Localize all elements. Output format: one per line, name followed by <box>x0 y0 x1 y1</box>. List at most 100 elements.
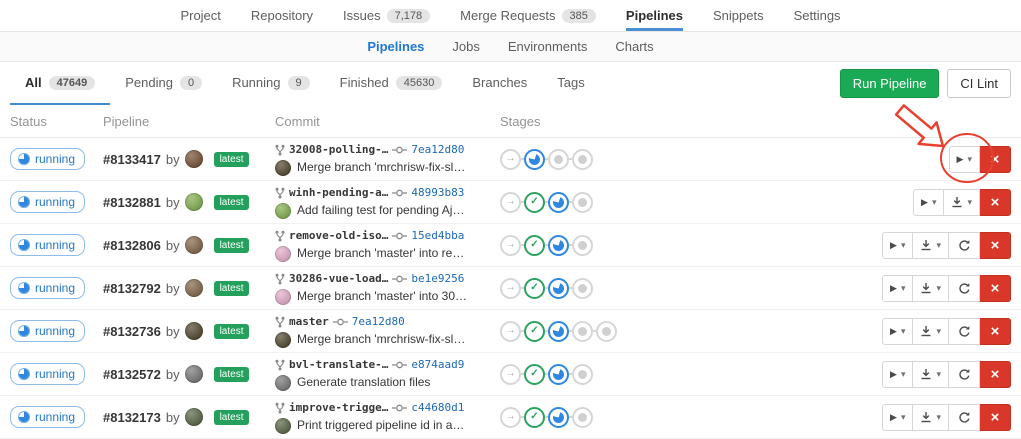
sub-nav-item-jobs[interactable]: Jobs <box>452 39 479 54</box>
retry-button[interactable] <box>949 232 980 259</box>
stage-icon-created[interactable] <box>572 149 593 170</box>
sub-nav-item-pipelines[interactable]: Pipelines <box>367 39 424 54</box>
user-avatar[interactable] <box>185 322 203 340</box>
tab-all[interactable]: All47649 <box>10 62 110 105</box>
commit-author-avatar[interactable] <box>275 375 291 391</box>
commit-sha-link[interactable]: 48993b83 <box>411 185 464 200</box>
tab-pending[interactable]: Pending0 <box>110 62 217 105</box>
cancel-button[interactable]: × <box>980 404 1011 431</box>
sub-nav-item-environments[interactable]: Environments <box>508 39 587 54</box>
branch-link[interactable]: 32008-polling-… <box>289 142 388 157</box>
status-badge-running[interactable]: running <box>10 191 85 213</box>
commit-author-avatar[interactable] <box>275 418 291 434</box>
stage-icon-created[interactable] <box>572 235 593 256</box>
stage-icon-running[interactable] <box>548 192 569 213</box>
status-badge-running[interactable]: running <box>10 277 85 299</box>
status-badge-running[interactable]: running <box>10 320 85 342</box>
stage-icon-skipped[interactable]: → <box>500 192 521 213</box>
user-avatar[interactable] <box>185 236 203 254</box>
commit-message-link[interactable]: Add failing test for pending Aj… <box>297 202 464 219</box>
retry-button[interactable] <box>949 361 980 388</box>
commit-sha-link[interactable]: e874aad9 <box>411 357 464 372</box>
cancel-button[interactable]: × <box>980 275 1011 302</box>
play-dropdown-button[interactable]: ▶▾ <box>949 146 980 173</box>
top-nav-item-settings[interactable]: Settings <box>794 0 841 31</box>
status-badge-running[interactable]: running <box>10 234 85 256</box>
stage-icon-running[interactable] <box>548 321 569 342</box>
cancel-button[interactable]: × <box>980 318 1011 345</box>
retry-button[interactable] <box>949 404 980 431</box>
stage-icon-running[interactable] <box>548 407 569 428</box>
artifacts-dropdown-button[interactable]: ▾ <box>913 232 949 259</box>
commit-sha-link[interactable]: 15ed4bba <box>411 228 464 243</box>
pipeline-id-link[interactable]: #8133417 <box>103 152 161 167</box>
commit-message-link[interactable]: Generate translation files <box>297 374 430 391</box>
stage-icon-created[interactable] <box>572 364 593 385</box>
commit-sha-link[interactable]: be1e9256 <box>411 271 464 286</box>
commit-author-avatar[interactable] <box>275 332 291 348</box>
stage-icon-created[interactable] <box>572 321 593 342</box>
artifacts-dropdown-button[interactable]: ▾ <box>913 318 949 345</box>
pipeline-id-link[interactable]: #8132881 <box>103 195 161 210</box>
top-nav-item-repository[interactable]: Repository <box>251 0 313 31</box>
play-dropdown-button[interactable]: ▶▾ <box>882 361 913 388</box>
stage-icon-created[interactable] <box>572 192 593 213</box>
top-nav-item-pipelines[interactable]: Pipelines <box>626 0 683 31</box>
commit-author-avatar[interactable] <box>275 160 291 176</box>
commit-author-avatar[interactable] <box>275 203 291 219</box>
stage-icon-skipped[interactable]: → <box>500 321 521 342</box>
commit-author-avatar[interactable] <box>275 289 291 305</box>
pipeline-id-link[interactable]: #8132736 <box>103 324 161 339</box>
branch-link[interactable]: winh-pending-a… <box>289 185 388 200</box>
user-avatar[interactable] <box>185 408 203 426</box>
user-avatar[interactable] <box>185 193 203 211</box>
top-nav-item-project[interactable]: Project <box>180 0 220 31</box>
ci-lint-button[interactable]: CI Lint <box>947 69 1011 98</box>
tab-running[interactable]: Running9 <box>217 62 325 105</box>
stage-icon-running[interactable] <box>548 278 569 299</box>
tab-branches[interactable]: Branches <box>457 62 542 105</box>
branch-link[interactable]: remove-old-iso… <box>289 228 388 243</box>
stage-icon-created[interactable] <box>596 321 617 342</box>
stage-icon-skipped[interactable]: → <box>500 407 521 428</box>
artifacts-dropdown-button[interactable]: ▾ <box>913 275 949 302</box>
play-dropdown-button[interactable]: ▶▾ <box>882 318 913 345</box>
branch-link[interactable]: bvl-translate-… <box>289 357 388 372</box>
pipeline-id-link[interactable]: #8132806 <box>103 238 161 253</box>
stage-icon-running[interactable] <box>548 364 569 385</box>
top-nav-item-merge-requests[interactable]: Merge Requests385 <box>460 0 596 31</box>
stage-icon-success[interactable]: ✓ <box>524 321 545 342</box>
stage-icon-running[interactable] <box>524 149 545 170</box>
cancel-button[interactable]: × <box>980 361 1011 388</box>
retry-button[interactable] <box>949 275 980 302</box>
pipeline-id-link[interactable]: #8132792 <box>103 281 161 296</box>
cancel-button[interactable]: × <box>980 232 1011 259</box>
tab-finished[interactable]: Finished45630 <box>325 62 458 105</box>
artifacts-dropdown-button[interactable]: ▾ <box>913 404 949 431</box>
commit-sha-link[interactable]: 7ea12d80 <box>411 142 464 157</box>
commit-sha-link[interactable]: 7ea12d80 <box>352 314 405 329</box>
stage-icon-success[interactable]: ✓ <box>524 278 545 299</box>
status-badge-running[interactable]: running <box>10 148 85 170</box>
artifacts-dropdown-button[interactable]: ▾ <box>944 189 980 216</box>
cancel-button[interactable]: × <box>980 189 1011 216</box>
commit-message-link[interactable]: Merge branch 'master' into re… <box>297 245 464 262</box>
top-nav-item-snippets[interactable]: Snippets <box>713 0 764 31</box>
commit-author-avatar[interactable] <box>275 246 291 262</box>
branch-link[interactable]: improve-trigge… <box>289 400 388 415</box>
cancel-button[interactable]: × <box>980 146 1011 173</box>
commit-sha-link[interactable]: c44680d1 <box>411 400 464 415</box>
stage-icon-created[interactable] <box>572 278 593 299</box>
status-badge-running[interactable]: running <box>10 406 85 428</box>
stage-icon-running[interactable] <box>548 235 569 256</box>
artifacts-dropdown-button[interactable]: ▾ <box>913 361 949 388</box>
retry-button[interactable] <box>949 318 980 345</box>
pipeline-id-link[interactable]: #8132173 <box>103 410 161 425</box>
stage-icon-skipped[interactable]: → <box>500 235 521 256</box>
branch-link[interactable]: master <box>289 314 329 329</box>
stage-icon-success[interactable]: ✓ <box>524 407 545 428</box>
branch-link[interactable]: 30286-vue-load… <box>289 271 388 286</box>
commit-message-link[interactable]: Merge branch 'mrchrisw-fix-sl… <box>297 159 465 176</box>
top-nav-item-issues[interactable]: Issues7,178 <box>343 0 430 31</box>
stage-icon-success[interactable]: ✓ <box>524 235 545 256</box>
